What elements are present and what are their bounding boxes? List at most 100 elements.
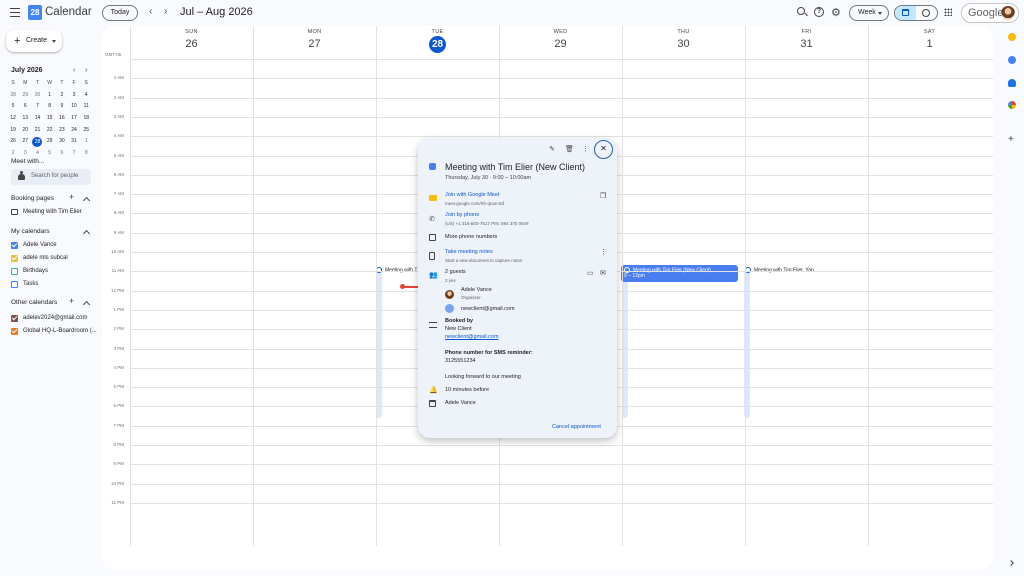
mini-day[interactable]: 31 <box>68 136 80 148</box>
calendar-list-item[interactable]: adele mls subcal <box>11 253 68 263</box>
search-people-input[interactable]: Search for people <box>11 169 91 185</box>
calendar-checkbox[interactable] <box>11 314 18 322</box>
join-meet-link[interactable]: Join with Google Meet <box>445 192 499 198</box>
create-button[interactable]: + Create <box>6 30 62 52</box>
mini-day[interactable]: 10 <box>68 101 80 113</box>
calendar-checkbox[interactable] <box>11 254 18 262</box>
mini-next-icon[interactable]: › <box>85 67 87 74</box>
calendar-list-item[interactable]: adelev2024@gmail.com <box>11 313 87 323</box>
chat-icon[interactable]: ▭ <box>587 269 594 277</box>
day-number[interactable]: 28 <box>429 36 446 53</box>
mini-day[interactable]: 7 <box>68 148 80 160</box>
more-icon[interactable]: ⋮ <box>600 248 607 256</box>
mini-day[interactable]: 21 <box>31 125 43 137</box>
mini-day[interactable]: 28 <box>32 137 43 148</box>
mini-day[interactable]: 27 <box>19 136 31 148</box>
edit-icon[interactable]: ✎ <box>549 145 555 153</box>
mini-day[interactable]: 26 <box>7 136 19 148</box>
cancel-appointment-button[interactable]: Cancel appointment <box>552 424 601 430</box>
mini-day[interactable]: 3 <box>68 90 80 102</box>
mini-day[interactable]: 29 <box>44 136 56 148</box>
day-number[interactable]: 30 <box>622 38 745 50</box>
mini-day[interactable]: 4 <box>80 90 92 102</box>
day-header[interactable]: SUN 26 <box>130 26 253 58</box>
account-button[interactable]: Google <box>961 3 1019 23</box>
chevron-up-icon[interactable] <box>82 229 91 238</box>
chevron-right-icon[interactable] <box>1008 560 1014 566</box>
day-header[interactable]: WED 29 <box>499 26 622 58</box>
mini-day[interactable]: 25 <box>80 125 92 137</box>
mail-icon[interactable]: ✉ <box>600 269 606 277</box>
calendar-list-item[interactable]: Tasks <box>11 279 38 289</box>
mini-day[interactable]: 16 <box>56 113 68 125</box>
mini-day[interactable]: 13 <box>19 113 31 125</box>
calendar-list-item[interactable]: Global HQ-L-Boardroom (... <box>11 326 97 336</box>
mini-day[interactable]: 19 <box>7 125 19 137</box>
add-addon-icon[interactable]: + <box>1008 134 1014 145</box>
chevron-up-icon[interactable] <box>82 300 91 309</box>
maps-icon[interactable] <box>1008 101 1016 109</box>
event-chip-tue[interactable]: Meeting with T <box>374 265 419 275</box>
mini-day[interactable]: 20 <box>19 125 31 137</box>
mini-day[interactable]: 30 <box>56 136 68 148</box>
mini-day[interactable]: 9 <box>56 101 68 113</box>
mini-day[interactable]: 30 <box>31 90 43 102</box>
mini-day[interactable]: 7 <box>31 101 43 113</box>
mini-day[interactable]: 24 <box>68 125 80 137</box>
mini-day[interactable]: 11 <box>80 101 92 113</box>
mini-day[interactable]: 29 <box>19 90 31 102</box>
help-icon[interactable]: ? <box>814 7 824 17</box>
other-calendars-heading[interactable]: Other calendars <box>11 299 57 306</box>
mini-day[interactable]: 2 <box>56 90 68 102</box>
tasks-view-button[interactable] <box>916 6 937 20</box>
copy-icon[interactable]: ❐ <box>600 192 606 200</box>
mini-prev-icon[interactable]: ‹ <box>73 67 75 74</box>
mini-day[interactable]: 28 <box>7 90 19 102</box>
previous-week-icon[interactable]: ‹ <box>149 6 152 17</box>
day-number[interactable]: 26 <box>130 38 253 50</box>
day-number[interactable]: 29 <box>499 38 622 50</box>
day-header[interactable]: FRI 31 <box>745 26 868 58</box>
day-header[interactable]: SAT 1 <box>868 26 991 58</box>
add-other-calendar-icon[interactable]: + <box>69 296 74 306</box>
more-phone-numbers-link[interactable]: More phone numbers <box>445 234 497 240</box>
mini-day[interactable]: 23 <box>56 125 68 137</box>
next-week-icon[interactable]: › <box>164 6 167 17</box>
mini-day[interactable]: 5 <box>7 101 19 113</box>
today-button[interactable]: Today <box>102 5 138 21</box>
mini-day[interactable]: 1 <box>80 136 92 148</box>
mini-day[interactable]: 22 <box>44 125 56 137</box>
close-icon[interactable]: ✕ <box>594 140 613 159</box>
day-header[interactable]: THU 30 <box>622 26 745 58</box>
contacts-icon[interactable] <box>1008 79 1016 87</box>
take-notes-link[interactable]: Take meeting notes <box>445 249 493 255</box>
mini-day[interactable]: 8 <box>44 101 56 113</box>
join-phone-link[interactable]: Join by phone <box>445 212 479 218</box>
tasks-icon[interactable] <box>1008 56 1016 64</box>
day-header[interactable]: TUE 28 <box>376 26 499 58</box>
booked-by-email[interactable]: newclient@gmail.com <box>445 334 499 340</box>
mini-day[interactable]: 5 <box>44 148 56 160</box>
my-calendars-heading[interactable]: My calendars <box>11 228 50 235</box>
day-number[interactable]: 31 <box>745 38 868 50</box>
hamburger-icon[interactable] <box>10 8 20 17</box>
more-icon[interactable]: ⋮ <box>582 145 589 153</box>
calendar-checkbox[interactable] <box>11 327 18 335</box>
event-chip-thu[interactable]: Meeting with Tim Elier (New Client) 9 – … <box>621 265 738 282</box>
calendar-list-item[interactable]: Birthdays <box>11 266 48 276</box>
mini-day[interactable]: 15 <box>44 113 56 125</box>
booking-page-item[interactable]: Meeting with Tim Elier <box>11 207 82 217</box>
mini-day[interactable]: 1 <box>44 90 56 102</box>
calendar-view-button[interactable] <box>895 6 916 20</box>
mini-day[interactable]: 12 <box>7 113 19 125</box>
mini-day[interactable]: 6 <box>56 148 68 160</box>
search-icon[interactable] <box>797 7 805 15</box>
view-select[interactable]: Week <box>849 5 889 21</box>
mini-day[interactable]: 17 <box>68 113 80 125</box>
delete-icon[interactable]: 🗑 <box>565 145 574 153</box>
day-number[interactable]: 27 <box>253 38 376 50</box>
keep-icon[interactable] <box>1008 33 1016 41</box>
mini-day[interactable]: 8 <box>80 148 92 160</box>
add-booking-page-icon[interactable]: + <box>69 192 74 202</box>
calendar-list-item[interactable]: Adele Vance <box>11 240 57 250</box>
